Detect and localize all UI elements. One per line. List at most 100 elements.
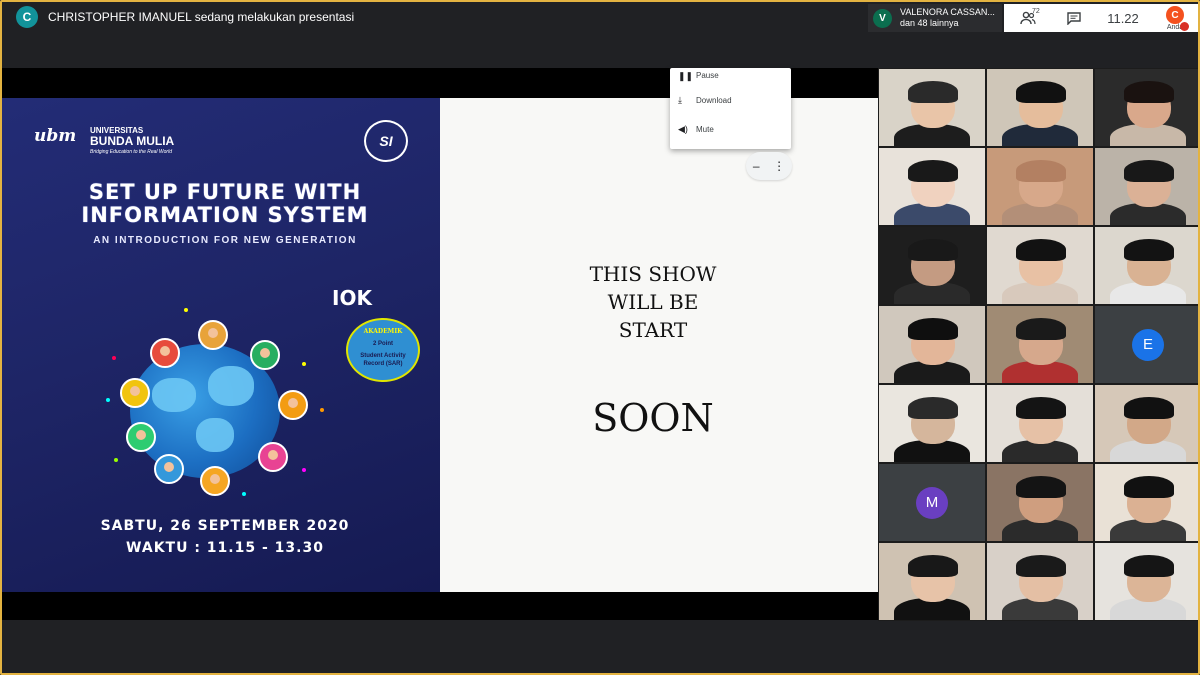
menu-item-mute[interactable]: ◀) Mute [670, 115, 791, 144]
participant-video[interactable] [878, 147, 986, 226]
video-feed [907, 81, 959, 103]
poster-time: WAKTU : 11.15 - 13.30 [126, 540, 324, 556]
slide-soon: SOON [592, 396, 714, 440]
participant-video[interactable] [986, 463, 1094, 542]
avatar-illustration [278, 390, 308, 420]
video-feed [1015, 81, 1067, 103]
chat-button[interactable] [1052, 4, 1096, 32]
top-right-tray: 72 11.22 C Anda [1004, 4, 1198, 32]
poster-subtitle: AN INTRODUCTION FOR NEW GENERATION [93, 235, 357, 246]
avatar-illustration [258, 442, 288, 472]
video-feed [1123, 476, 1175, 498]
video-feed [1123, 555, 1175, 577]
viewers-chip[interactable]: V VALENORA CASSAN... dan 48 lainnya [868, 4, 1002, 32]
presenter-avatar: C [16, 6, 38, 28]
iok-label: IOK [332, 286, 372, 310]
video-feed [893, 203, 971, 225]
viewer-name: VALENORA CASSAN... [900, 7, 995, 17]
participant-video[interactable] [986, 384, 1094, 463]
video-feed [1109, 519, 1187, 541]
participant-video[interactable] [1094, 384, 1198, 463]
mic-off-icon [1180, 22, 1189, 31]
presenter-banner: C CHRISTOPHER IMANUEL sedang melakukan p… [16, 6, 354, 28]
avatar-illustration [126, 422, 156, 452]
volume-icon: ◀) [678, 124, 688, 134]
presentation-menu: ❚❚ Pause ⤓ Download ◀) Mute [670, 68, 791, 149]
video-feed [1109, 282, 1187, 304]
presentation-mini-controls: – ⋮ [746, 152, 792, 180]
event-poster: ubm UNIVERSITAS BUNDA MULIA Bridging Edu… [2, 98, 440, 592]
avatar-illustration [250, 340, 280, 370]
slide-message: THIS SHOW WILL BE START [589, 262, 717, 342]
video-feed [907, 318, 959, 340]
participant-video[interactable] [1094, 226, 1198, 305]
video-feed [1015, 318, 1067, 340]
video-feed [1123, 239, 1175, 261]
self-avatar: C [1166, 6, 1184, 24]
participant-video[interactable] [878, 542, 986, 621]
video-feed [1015, 476, 1067, 498]
participant-video[interactable] [986, 226, 1094, 305]
participant-video[interactable] [878, 305, 986, 384]
menu-item-pause[interactable]: ❚❚ Pause [670, 68, 791, 86]
participant-tile[interactable]: E [1094, 305, 1198, 384]
sar-badge: AKADEMIK 2 Point Student Activity Record… [346, 318, 420, 382]
minimize-icon[interactable]: – [753, 159, 760, 173]
participant-video[interactable] [878, 68, 986, 147]
avatar-illustration [200, 466, 230, 496]
participant-video[interactable] [1094, 68, 1198, 147]
people-button[interactable]: 72 [1004, 4, 1052, 32]
participant-video[interactable] [878, 384, 986, 463]
video-feed [1001, 282, 1079, 304]
video-feed [893, 361, 971, 383]
video-feed [1001, 361, 1079, 383]
more-options-icon[interactable]: ⋮ [773, 159, 785, 173]
video-feed [1109, 598, 1187, 620]
video-feed [1001, 598, 1079, 620]
participant-video[interactable] [1094, 463, 1198, 542]
university-name: UNIVERSITAS BUNDA MULIA Bridging Educati… [90, 126, 175, 155]
clock-time: 11.22 [1107, 10, 1139, 26]
video-feed [907, 239, 959, 261]
video-feed [907, 160, 959, 182]
video-feed [1015, 397, 1067, 419]
participant-video[interactable] [1094, 542, 1198, 621]
participant-video[interactable] [986, 305, 1094, 384]
video-feed [1123, 81, 1175, 103]
download-icon: ⤓ [678, 95, 682, 105]
presentation-slide: THIS SHOW WILL BE START SOON [440, 98, 878, 592]
participant-grid: EM [878, 68, 1198, 622]
avatar-illustration [120, 378, 150, 408]
poster-date: SABTU, 26 SEPTEMBER 2020 [100, 518, 350, 534]
pause-icon: ❚❚ [678, 71, 694, 81]
video-feed [893, 440, 971, 462]
participant-video[interactable] [986, 68, 1094, 147]
video-feed [1001, 203, 1079, 225]
video-feed [1109, 203, 1187, 225]
video-feed [893, 282, 971, 304]
participant-video[interactable] [878, 226, 986, 305]
poster-title-line1: SET UP FUTURE WITH [88, 180, 362, 204]
participant-tile[interactable]: M [878, 463, 986, 542]
participant-avatar: E [1132, 328, 1164, 361]
video-feed [1015, 160, 1067, 182]
video-feed [907, 397, 959, 419]
presenter-status-text: CHRISTOPHER IMANUEL sedang melakukan pre… [48, 10, 355, 24]
viewer-others: dan 48 lainnya [900, 18, 959, 28]
participant-avatar: M [916, 486, 948, 519]
participant-video[interactable] [986, 542, 1094, 621]
video-feed [893, 124, 971, 146]
video-feed [1015, 239, 1067, 261]
video-feed [1109, 124, 1187, 146]
menu-item-download[interactable]: ⤓ Download [670, 86, 791, 115]
video-feed [1001, 440, 1079, 462]
self-view-button[interactable]: C Anda [1150, 4, 1198, 32]
participant-video[interactable] [1094, 147, 1198, 226]
video-feed [907, 555, 959, 577]
participant-video[interactable] [986, 147, 1094, 226]
video-feed [1001, 124, 1079, 146]
meet-window: C CHRISTOPHER IMANUEL sedang melakukan p… [0, 0, 1200, 675]
chat-icon [1067, 11, 1081, 25]
viewer-avatar: V [873, 8, 892, 28]
avatar-illustration [154, 454, 184, 484]
